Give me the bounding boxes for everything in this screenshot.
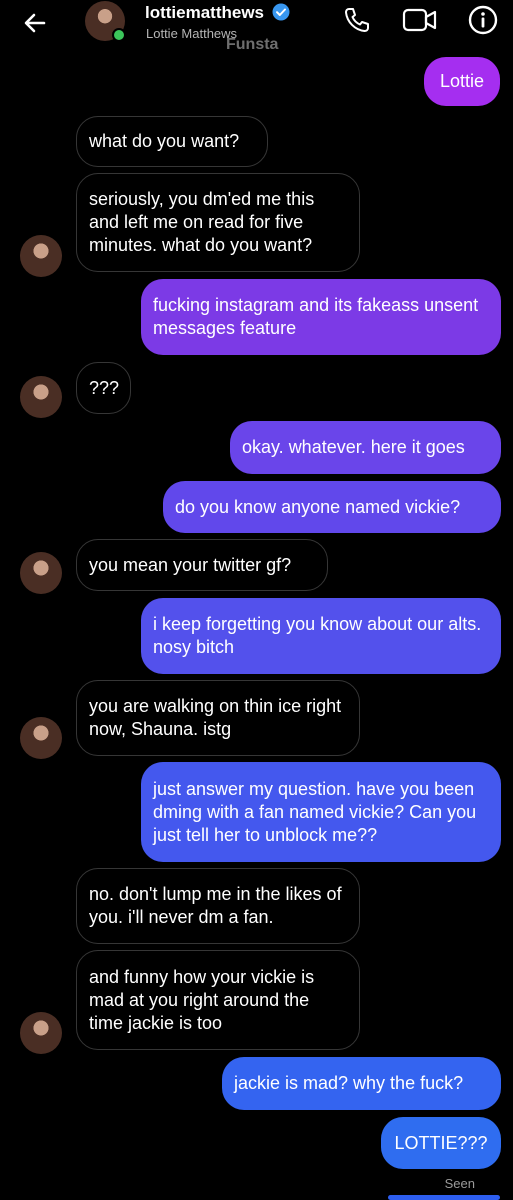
message-text: LOTTIE???	[394, 1132, 488, 1153]
sender-avatar[interactable]	[20, 552, 62, 594]
info-icon[interactable]	[468, 5, 498, 35]
scroll-indicator	[388, 1195, 500, 1200]
message-text: seriously, you dm'ed me this and left me…	[89, 189, 315, 255]
phone-icon[interactable]	[343, 6, 371, 34]
seen-status: Seen	[444, 1176, 475, 1191]
message-text: ???	[89, 377, 120, 398]
verified-badge-icon	[272, 3, 290, 21]
message-text: and funny how your vickie is mad at you …	[89, 966, 315, 1033]
message-text: just answer my question. have you been d…	[153, 778, 477, 845]
full-name: Lottie Matthews	[146, 26, 238, 41]
outgoing-message[interactable]: fucking instagram and its fakeass unsent…	[141, 279, 501, 355]
video-call-icon[interactable]	[402, 6, 438, 34]
outgoing-message[interactable]: do you know anyone named vickie?	[163, 481, 501, 533]
incoming-message[interactable]: you are walking on thin ice right now, S…	[76, 680, 360, 756]
outgoing-message[interactable]: okay. whatever. here it goes	[230, 421, 501, 474]
message-text: you mean your twitter gf?	[89, 554, 292, 575]
chat-header: lottiematthews Lottie Matthews Funsta	[0, 0, 513, 53]
message-text: no. don't lump me in the likes of you. i…	[89, 884, 342, 927]
sender-avatar[interactable]	[20, 1012, 62, 1054]
message-text: i keep forgetting you know about our alt…	[153, 614, 482, 657]
sender-avatar[interactable]	[20, 717, 62, 759]
incoming-message[interactable]: seriously, you dm'ed me this and left me…	[76, 173, 360, 272]
outgoing-message[interactable]: Lottie	[424, 57, 500, 106]
outgoing-message[interactable]: i keep forgetting you know about our alt…	[141, 598, 501, 674]
outgoing-message[interactable]: just answer my question. have you been d…	[141, 762, 501, 862]
sender-avatar[interactable]	[20, 376, 62, 418]
username[interactable]: lottiematthews	[145, 3, 264, 23]
message-text: what do you want?	[89, 131, 240, 151]
message-text: you are walking on thin ice right now, S…	[89, 696, 342, 739]
online-status-dot	[112, 28, 126, 42]
incoming-message[interactable]: you mean your twitter gf?	[76, 539, 328, 591]
outgoing-message[interactable]: jackie is mad? why the fuck?	[222, 1057, 501, 1110]
message-text: Lottie	[439, 71, 485, 91]
message-text: jackie is mad? why the fuck?	[234, 1073, 464, 1093]
back-arrow-icon[interactable]	[20, 8, 50, 38]
dm-screen: lottiematthews Lottie Matthews Funsta Lo…	[0, 0, 513, 1200]
incoming-message[interactable]: and funny how your vickie is mad at you …	[76, 950, 360, 1050]
outgoing-message[interactable]: LOTTIE???	[381, 1117, 501, 1169]
sender-avatar[interactable]	[20, 235, 62, 277]
incoming-message[interactable]: what do you want?	[76, 116, 268, 167]
message-text: do you know anyone named vickie?	[175, 496, 461, 517]
incoming-message[interactable]: no. don't lump me in the likes of you. i…	[76, 868, 360, 944]
funsta-watermark: Funsta	[226, 36, 279, 53]
incoming-message[interactable]: ???	[76, 362, 131, 414]
message-text: fucking instagram and its fakeass unsent…	[153, 295, 479, 338]
message-text: okay. whatever. here it goes	[242, 437, 465, 457]
